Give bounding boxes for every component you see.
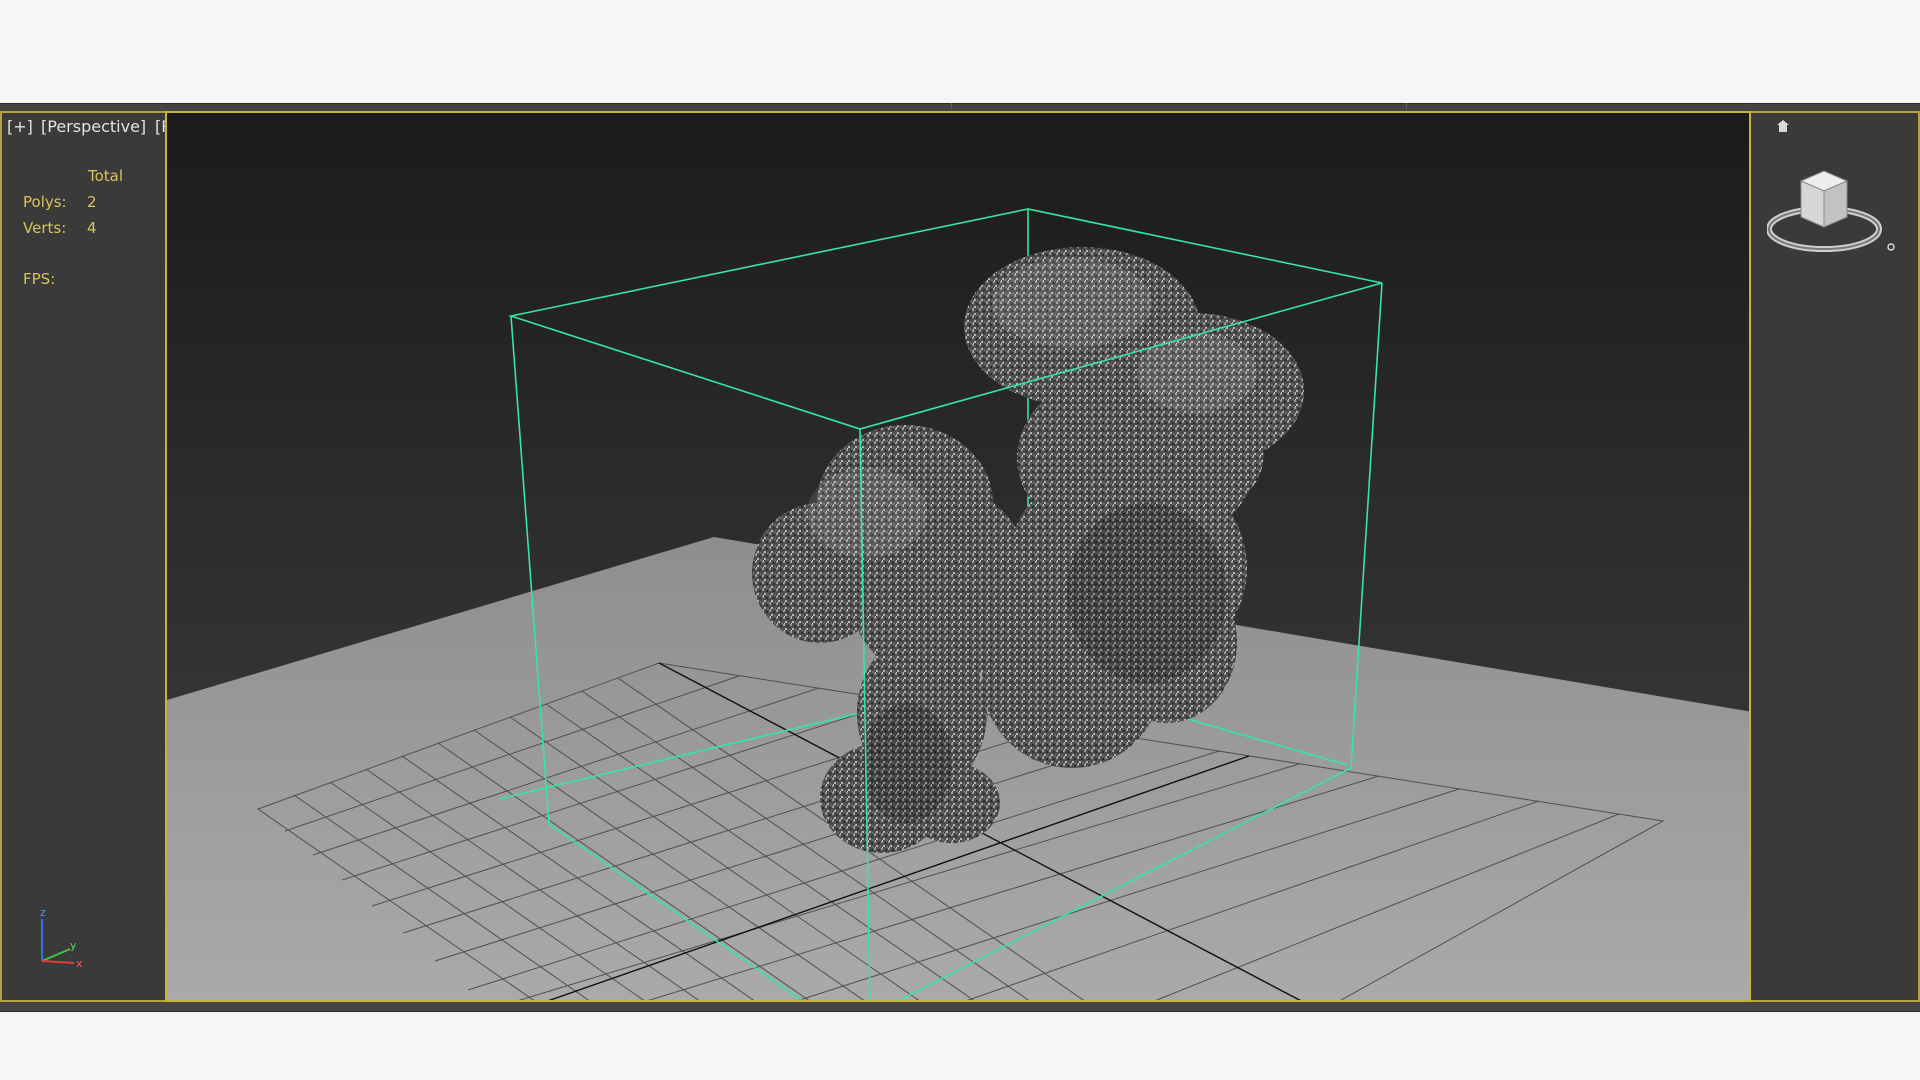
stats-polys-value: 2 — [87, 193, 97, 211]
right-viewport-panel — [1751, 111, 1920, 1002]
axis-x-label: x — [76, 957, 83, 970]
viewport-scene — [167, 113, 1749, 1000]
perspective-viewport[interactable] — [165, 111, 1751, 1002]
axis-z-label: z — [40, 906, 46, 919]
tab-separator — [1406, 103, 1407, 109]
viewport-view-menu[interactable]: [Perspective] — [41, 117, 146, 136]
stats-fps-label: FPS: — [23, 270, 56, 288]
viewport-plus-menu[interactable]: [+] — [7, 117, 33, 136]
axis-y-label: y — [70, 939, 77, 952]
stats-verts-value: 4 — [87, 219, 97, 237]
stats-polys-label: Polys: — [23, 193, 67, 211]
stats-verts-label: Verts: — [23, 219, 67, 237]
home-icon[interactable] — [1776, 119, 1790, 133]
tab-separator — [951, 103, 952, 109]
viewcube-icon[interactable] — [1767, 163, 1903, 263]
left-viewport-panel — [0, 111, 165, 1002]
stats-header: Total — [88, 167, 124, 185]
axis-tripod-icon: z y x — [40, 906, 83, 970]
